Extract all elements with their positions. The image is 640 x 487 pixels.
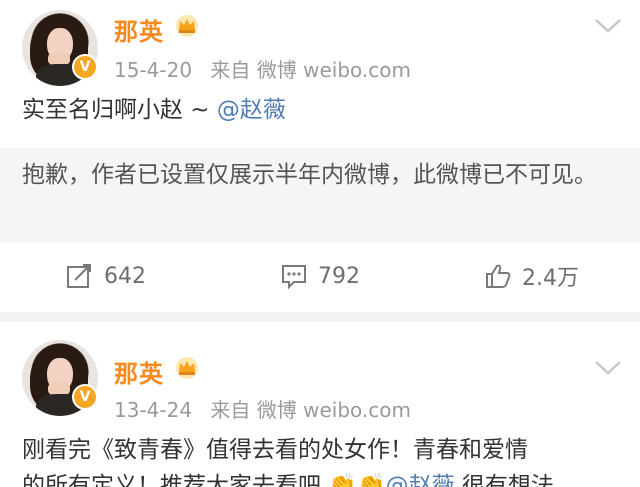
verified-badge-icon: V: [72, 384, 98, 410]
post-divider: [0, 312, 640, 322]
weibo-post: V 那英 15-4-20 来自 微博 weibo.com 实至名归啊小赵 ~ @…: [0, 0, 640, 312]
thumbs-up-icon: [486, 264, 511, 288]
post-meta: 15-4-20 来自 微博 weibo.com: [114, 54, 411, 83]
mention-link[interactable]: @赵薇: [217, 97, 286, 123]
post-source: 微博 weibo.com: [256, 58, 412, 82]
weibo-feed: V 那英 15-4-20 来自 微博 weibo.com 实至名归啊小赵 ~ @…: [0, 0, 640, 487]
post-text: 实至名归啊小赵 ~: [22, 97, 217, 123]
comment-count: 792: [318, 263, 360, 289]
repost-count: 642: [104, 263, 146, 289]
post-meta: 13-4-24 来自 微博 weibo.com: [114, 394, 411, 423]
repost-button[interactable]: 642: [66, 260, 146, 292]
hidden-notice: 抱歉，作者已设置仅展示半年内微博，此微博已不可见。: [0, 148, 640, 242]
comment-button[interactable]: 792: [280, 260, 360, 292]
post-date[interactable]: 13-4-24: [114, 398, 192, 422]
author-name[interactable]: 那英: [114, 354, 164, 389]
post-text-tail: 很有想法: [454, 473, 554, 487]
post-actions: 642 792 2.4万: [0, 242, 640, 310]
chevron-down-icon[interactable]: [594, 18, 622, 34]
post-source: 微博 weibo.com: [256, 398, 412, 422]
verified-badge-icon: V: [72, 54, 98, 80]
source-prefix: 来自: [210, 58, 251, 82]
crown-icon: [176, 357, 198, 379]
post-text: 的所有定义！推荐大家去看吧: [22, 473, 321, 487]
weibo-post: V 那英 13-4-24 来自 微博 weibo.com 刚看完《致青春》值得去…: [0, 322, 640, 487]
post-text-line-2: 的所有定义！推荐大家去看吧 👏👏@赵薇 很有想法: [22, 468, 622, 487]
repost-icon: [67, 264, 91, 288]
notice-text: 抱歉，作者已设置仅展示半年内微博，此微博已不可见。: [22, 162, 597, 188]
mention-link[interactable]: @赵薇: [386, 473, 455, 487]
chevron-down-icon[interactable]: [594, 360, 622, 376]
like-count: 2.4万: [522, 266, 579, 291]
post-date[interactable]: 15-4-20: [114, 58, 192, 82]
post-content: 刚看完《致青春》值得去看的处女作！青春和爱情 的所有定义！推荐大家去看吧 👏👏@…: [22, 432, 622, 487]
like-button[interactable]: 2.4万: [484, 260, 579, 292]
source-prefix: 来自: [210, 398, 251, 422]
author-name[interactable]: 那英: [114, 12, 164, 47]
post-text-line-1: 刚看完《致青春》值得去看的处女作！青春和爱情: [22, 437, 528, 463]
crown-icon: [176, 15, 198, 37]
comment-icon: [282, 265, 306, 289]
clap-emoji: 👏👏: [328, 473, 386, 487]
post-content: 实至名归啊小赵 ~ @赵薇: [22, 92, 622, 128]
